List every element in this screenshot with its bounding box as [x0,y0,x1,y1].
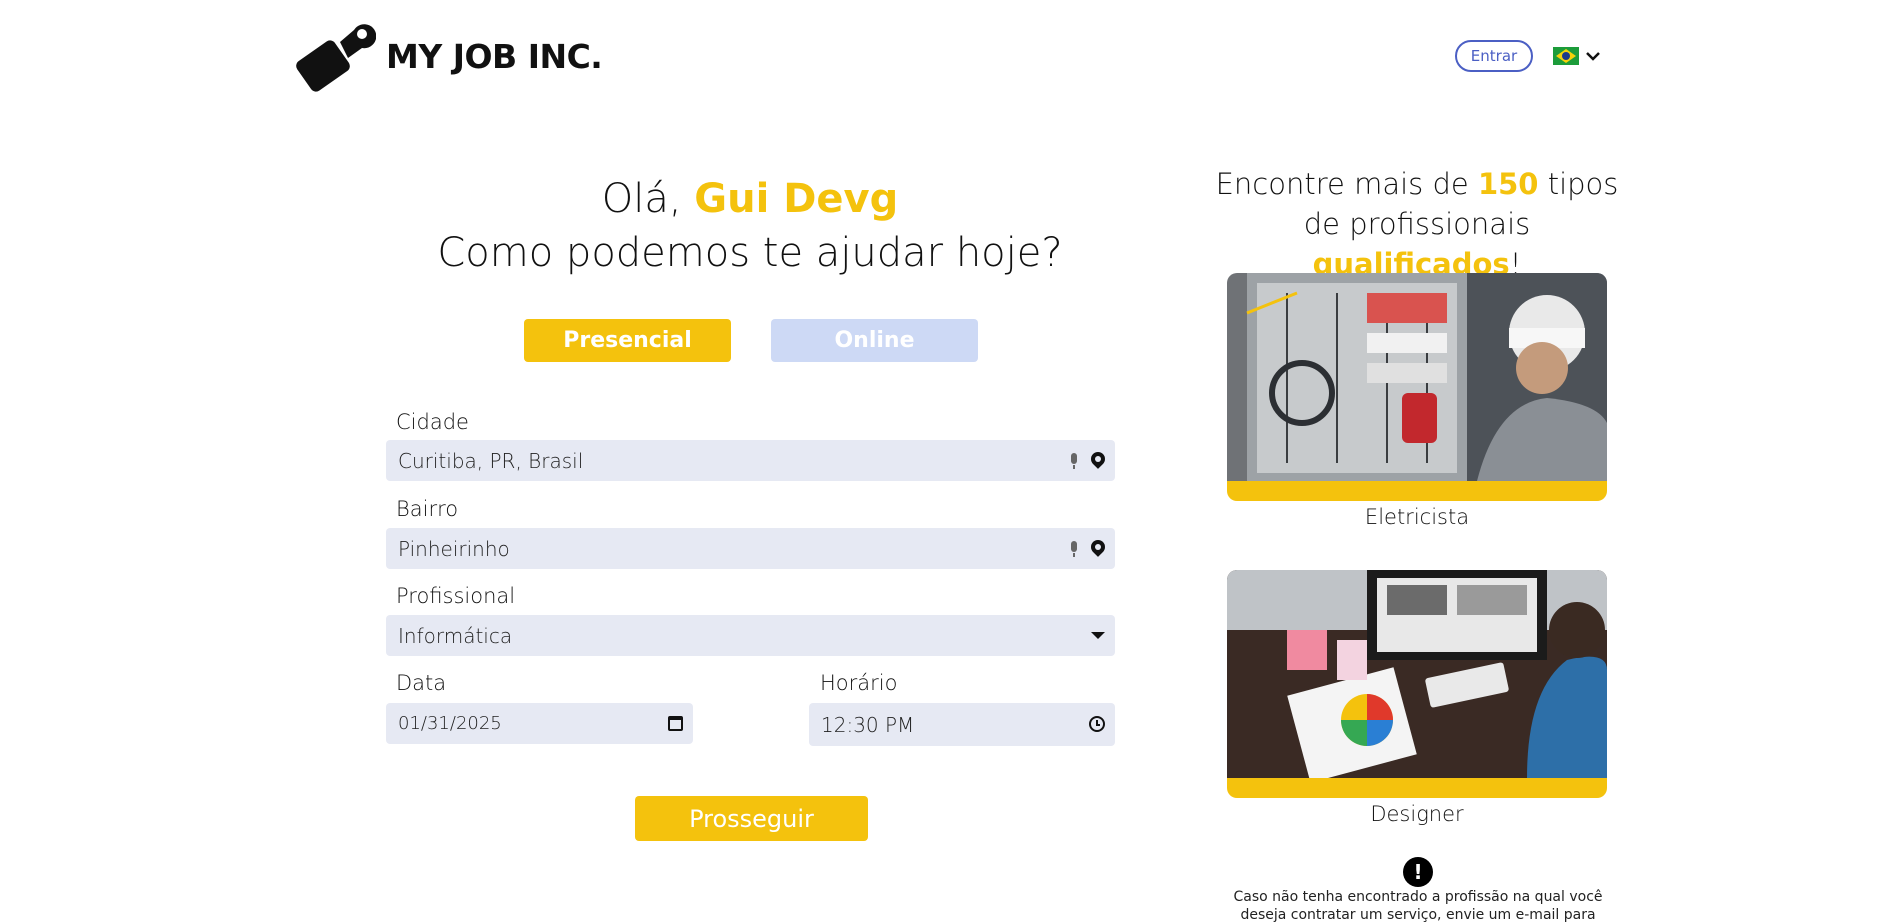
greeting-question: Como podemos te ajudar hoje? [437,230,1063,276]
exclamation-icon: ! [1403,857,1433,887]
professional-select[interactable]: Informática [386,615,1115,656]
card-designer[interactable]: Designer [1227,570,1607,826]
brazil-flag-icon [1553,47,1579,65]
brand-name: MY JOB INC. [386,36,603,76]
user-name: Gui Devg [694,176,899,222]
district-value: Pinheirinho [398,536,510,561]
district-field[interactable]: Pinheirinho [386,528,1115,569]
card-accent-bar [1227,778,1607,798]
greeting: Olá, Gui Devg Como podemos te ajudar hoj… [390,172,1110,280]
caret-down-icon [1091,632,1105,639]
clock-icon[interactable] [1089,715,1105,732]
city-label: Cidade [396,410,469,434]
wrench-logo-icon [296,24,376,92]
city-value: Curitiba, PR, Brasil [398,448,584,473]
designer-photo [1227,570,1607,778]
calendar-icon[interactable] [668,716,683,731]
promo-line1-post: tipos [1547,167,1619,201]
date-label: Data [396,671,447,695]
promo-heading: Encontre mais de 150 tipos de profission… [1207,164,1627,284]
greeting-hello: Olá, [601,176,682,222]
card-electrician[interactable]: Eletricista [1227,273,1607,529]
city-field[interactable]: Curitiba, PR, Brasil [386,440,1115,481]
chevron-down-icon [1586,52,1600,61]
professional-value: Informática [398,623,513,648]
notice-text: Caso não tenha encontrado a profissão na… [1233,889,1603,923]
time-field[interactable]: 12:30 PM [809,703,1115,746]
district-label: Bairro [396,497,459,521]
time-value: 12:30 PM [821,712,915,737]
card-label: Designer [1370,802,1464,826]
tab-online[interactable]: Online [771,319,978,362]
language-selector[interactable] [1553,47,1601,65]
header: MY JOB INC. Entrar [0,0,1889,110]
card-label: Eletricista [1364,505,1470,529]
promo-line2-pre: de profissionais [1303,207,1531,241]
tab-presencial[interactable]: Presencial [524,319,731,362]
location-pin-icon[interactable] [1091,540,1105,557]
location-pin-icon[interactable] [1091,452,1105,469]
card-accent-bar [1227,481,1607,501]
professional-label: Profissional [396,584,516,608]
date-field[interactable]: 01/31/2025 [386,703,693,744]
electrician-photo [1227,273,1607,481]
time-label: Horário [820,671,898,695]
microphone-icon[interactable] [1069,452,1079,469]
login-button[interactable]: Entrar [1455,40,1533,72]
brand-logo[interactable]: MY JOB INC. [296,20,603,92]
promo-count: 150 [1477,167,1539,201]
microphone-icon[interactable] [1069,540,1079,557]
proceed-button[interactable]: Prosseguir [635,796,868,841]
promo-line1-pre: Encontre mais de [1215,167,1469,201]
date-value: 01/31/2025 [398,713,502,734]
